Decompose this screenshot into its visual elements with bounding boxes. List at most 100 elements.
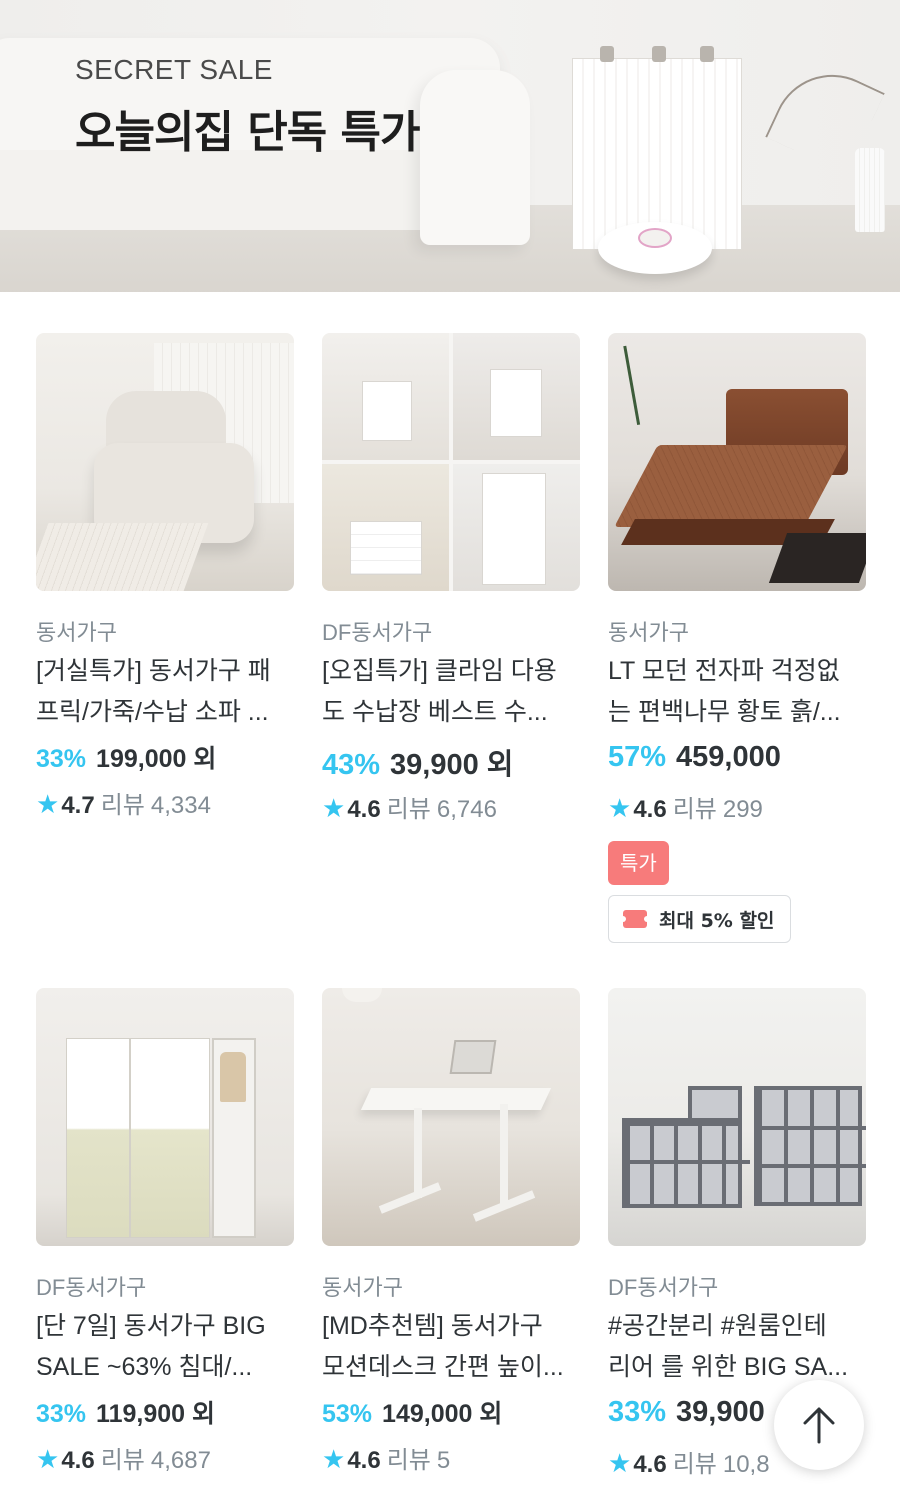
reviews-label: 리뷰 — [100, 1447, 145, 1474]
discount-rate: 53% — [322, 1400, 373, 1428]
banner-hinge — [652, 46, 666, 62]
rating-row: ★4.6 리뷰 299 — [608, 789, 763, 824]
reviews-count: 299 — [722, 796, 763, 823]
product-title-line: 는 편백나무 황토 흙/... — [608, 698, 841, 726]
reviews-count: 5 — [436, 1447, 451, 1474]
star-icon: ★ — [608, 793, 632, 823]
pendant-lamp — [342, 988, 382, 1002]
price-row: 53% 149,000 외 — [322, 1394, 502, 1430]
banner-sofa-arm — [420, 70, 530, 245]
banner-hinge — [700, 46, 714, 62]
reviews-label: 리뷰 — [386, 1447, 431, 1474]
plant-shape — [623, 341, 667, 425]
bed-mattress — [614, 445, 848, 527]
product-brand[interactable]: 동서가구 — [36, 615, 117, 647]
price-row: 33% 119,900 외 — [36, 1394, 215, 1430]
product-title-line: 모션데스크 간편 높이... — [322, 1353, 564, 1381]
product-brand[interactable]: 동서가구 — [322, 1270, 403, 1302]
tall-cabinet-shape — [482, 473, 546, 585]
price-row: 33% 39,900 — [608, 1396, 765, 1429]
bed-photo[interactable] — [608, 333, 866, 591]
sale-price: 149,000 외 — [382, 1400, 503, 1428]
price-row: 57% 459,000 — [608, 741, 781, 774]
desk-photo[interactable] — [322, 988, 580, 1246]
product-brand[interactable]: 동서가구 — [608, 615, 689, 647]
desk-top — [360, 1088, 552, 1110]
product-title-line: [거실특가] 동서가구 패 — [36, 657, 271, 685]
price-row: 33% 199,000 외 — [36, 739, 216, 775]
bookshelf-unit — [754, 1086, 862, 1206]
storage-collage-photo[interactable] — [322, 333, 580, 591]
side-table — [768, 533, 866, 583]
star-icon: ★ — [36, 1444, 60, 1474]
special-deal-badge: 특가 — [608, 841, 669, 885]
sale-price: 199,000 외 — [96, 745, 217, 773]
product-title-line: [MD추천템] 동서가구 — [322, 1312, 543, 1340]
product-title[interactable]: [MD추천템] 동서가구 모션데스크 간편 높이... — [322, 1306, 584, 1388]
reviews-count: 4,334 — [150, 792, 211, 819]
coupon-label: 최대 5% 할인 — [659, 909, 775, 932]
promo-banner[interactable]: SECRET SALE 오늘의집 단독 특가 — [0, 0, 900, 292]
armchair-photo[interactable] — [36, 333, 294, 591]
reviews-label: 리뷰 — [386, 796, 431, 823]
product-title[interactable]: [거실특가] 동서가구 패 프릭/가죽/수납 소파 ... — [36, 651, 298, 733]
coupon-chip[interactable]: 최대 5% 할인 — [608, 895, 792, 943]
banner-robot-top — [638, 228, 672, 248]
reviews-label: 리뷰 — [672, 796, 717, 823]
star-icon: ★ — [322, 793, 346, 823]
floor-mat — [36, 523, 209, 591]
rating-score: 4.6 — [61, 1447, 95, 1474]
product-title[interactable]: #공간분리 #원룸인테 리어 를 위한 BIG SA... — [608, 1306, 870, 1388]
rating-row: ★4.6 리뷰 6,746 — [322, 789, 497, 824]
rating-score: 4.6 — [347, 796, 381, 823]
sale-price: 39,900 외 — [390, 749, 514, 781]
product-title-line: [단 7일] 동서가구 BIG — [36, 1312, 266, 1340]
banner-headline: 오늘의집 단독 특가 — [75, 107, 420, 158]
product-brand[interactable]: DF동서가구 — [322, 615, 432, 647]
hanging-coat — [220, 1052, 246, 1102]
rating-row: ★4.6 리뷰 4,687 — [36, 1440, 211, 1475]
reviews-count: 10,8 — [722, 1451, 770, 1478]
laptop-shape — [449, 1040, 497, 1074]
discount-rate: 57% — [608, 741, 667, 773]
product-title[interactable]: LT 모던 전자파 걱정없 는 편백나무 황토 흙/... — [608, 651, 870, 733]
product-title-line: 프릭/가죽/수납 소파 ... — [36, 698, 269, 726]
sale-price: 459,000 — [676, 741, 781, 773]
reviews-count: 6,746 — [436, 796, 497, 823]
rating-row: ★4.7 리뷰 4,334 — [36, 785, 211, 820]
cabinet-shape — [490, 369, 542, 437]
banner-vase — [855, 148, 885, 232]
shelf-line — [622, 1160, 750, 1164]
wardrobe-photo[interactable] — [36, 988, 294, 1246]
reviews-label: 리뷰 — [672, 1451, 717, 1478]
product-title[interactable]: [오집특가] 클라임 다용 도 수납장 베스트 수... — [322, 651, 584, 733]
shelf-line — [754, 1164, 866, 1168]
product-brand[interactable]: DF동서가구 — [36, 1270, 146, 1302]
product-title-line: [오집특가] 클라임 다용 — [322, 657, 557, 685]
shelf-line — [754, 1126, 866, 1130]
discount-rate: 33% — [608, 1396, 667, 1428]
product-brand[interactable]: DF동서가구 — [608, 1270, 718, 1302]
rating-score: 4.6 — [347, 1447, 381, 1474]
sale-price: 119,900 외 — [96, 1400, 215, 1428]
arrow-up-icon — [803, 1407, 835, 1444]
scroll-to-top-button[interactable] — [774, 1380, 864, 1470]
reviews-count: 4,687 — [150, 1447, 211, 1474]
wardrobe-door — [130, 1038, 210, 1238]
rating-score: 4.7 — [61, 792, 95, 819]
discount-rate: 43% — [322, 749, 381, 781]
rating-row: ★4.6 리뷰 10,8 — [608, 1444, 770, 1479]
price-row: 43% 39,900 외 — [322, 741, 513, 783]
desk-foot — [378, 1182, 442, 1214]
product-title-line: SALE ~63% 침대/... — [36, 1353, 253, 1381]
banner-hinge — [600, 46, 614, 62]
rating-score: 4.6 — [633, 1451, 667, 1478]
bookshelf-photo[interactable] — [608, 988, 866, 1246]
banner-kicker: SECRET SALE — [75, 54, 273, 85]
star-icon: ★ — [322, 1444, 346, 1474]
desk-leg — [500, 1104, 508, 1204]
coupon-icon — [620, 910, 650, 928]
product-title[interactable]: [단 7일] 동서가구 BIG SALE ~63% 침대/... — [36, 1306, 298, 1388]
reviews-label: 리뷰 — [100, 792, 145, 819]
dresser-shape — [350, 521, 422, 575]
